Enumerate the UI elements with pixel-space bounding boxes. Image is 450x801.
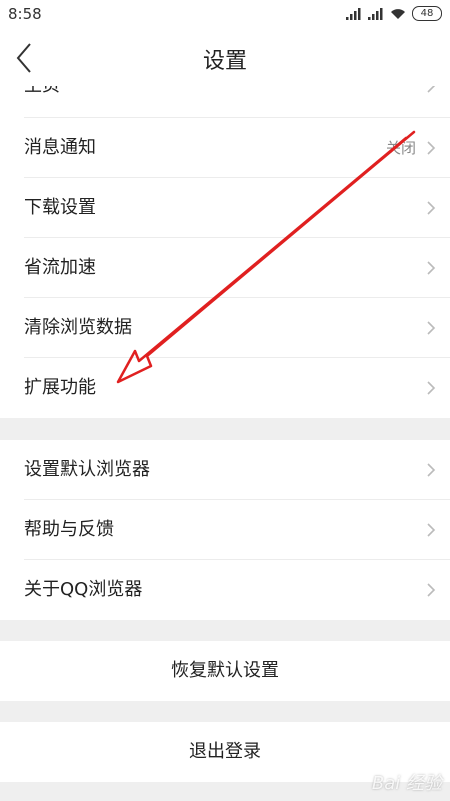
settings-item-extensions[interactable]: 扩展功能 — [0, 358, 450, 418]
settings-item-help-feedback[interactable]: 帮助与反馈 — [0, 500, 450, 560]
settings-item-notifications[interactable]: 消息通知 关闭 — [0, 118, 450, 178]
settings-item-data-saver[interactable]: 省流加速 — [0, 238, 450, 298]
settings-group-2: 设置默认浏览器 帮助与反馈 关于QQ浏览器 — [0, 440, 450, 620]
settings-item-label: 主页 — [24, 86, 60, 116]
chevron-right-icon — [427, 463, 436, 477]
settings-item-label: 消息通知 — [24, 137, 96, 158]
chevron-right-icon — [427, 86, 436, 93]
settings-item-about[interactable]: 关于QQ浏览器 — [0, 560, 450, 620]
wifi-icon — [391, 8, 405, 19]
header: 设置 — [0, 30, 450, 86]
page-title: 设置 — [202, 49, 247, 74]
chevron-right-icon — [427, 583, 436, 597]
settings-item-label: 省流加速 — [24, 257, 96, 278]
battery-icon: 48 — [412, 6, 442, 21]
chevron-right-icon — [427, 201, 436, 215]
chevron-right-icon — [427, 261, 436, 275]
signal-icon — [346, 7, 361, 20]
chevron-right-icon — [427, 381, 436, 395]
settings-item-label: 下载设置 — [24, 197, 96, 218]
settings-item-default-browser[interactable]: 设置默认浏览器 — [0, 440, 450, 500]
chevron-right-icon — [427, 321, 436, 335]
settings-item-homepage[interactable]: 主页 — [0, 86, 450, 118]
settings-item-download[interactable]: 下载设置 — [0, 178, 450, 238]
status-time: 8:58 — [8, 5, 42, 23]
status-bar: 8:58 48 — [0, 0, 450, 30]
signal-icon — [368, 7, 383, 20]
chevron-right-icon — [427, 523, 436, 537]
settings-item-label: 清除浏览数据 — [24, 317, 132, 338]
settings-item-clear-data[interactable]: 清除浏览数据 — [0, 298, 450, 358]
status-icons: 48 — [346, 6, 442, 21]
watermark-text: Bai 经验 — [371, 773, 442, 794]
restore-defaults-label: 恢复默认设置 — [171, 660, 279, 681]
restore-defaults-button[interactable]: 恢复默认设置 — [0, 641, 450, 701]
settings-item-label: 扩展功能 — [24, 377, 96, 398]
settings-item-label: 关于QQ浏览器 — [24, 579, 143, 600]
settings-group-1: 主页 消息通知 关闭 下载设置 省流加速 清除浏览数据 扩展功能 — [0, 86, 450, 418]
settings-item-label: 设置默认浏览器 — [24, 459, 150, 480]
settings-item-label: 帮助与反馈 — [24, 519, 114, 540]
chevron-right-icon — [427, 141, 436, 155]
watermark-logo: Bai 经验 — [372, 769, 442, 795]
settings-item-value: 关闭 — [385, 139, 416, 157]
